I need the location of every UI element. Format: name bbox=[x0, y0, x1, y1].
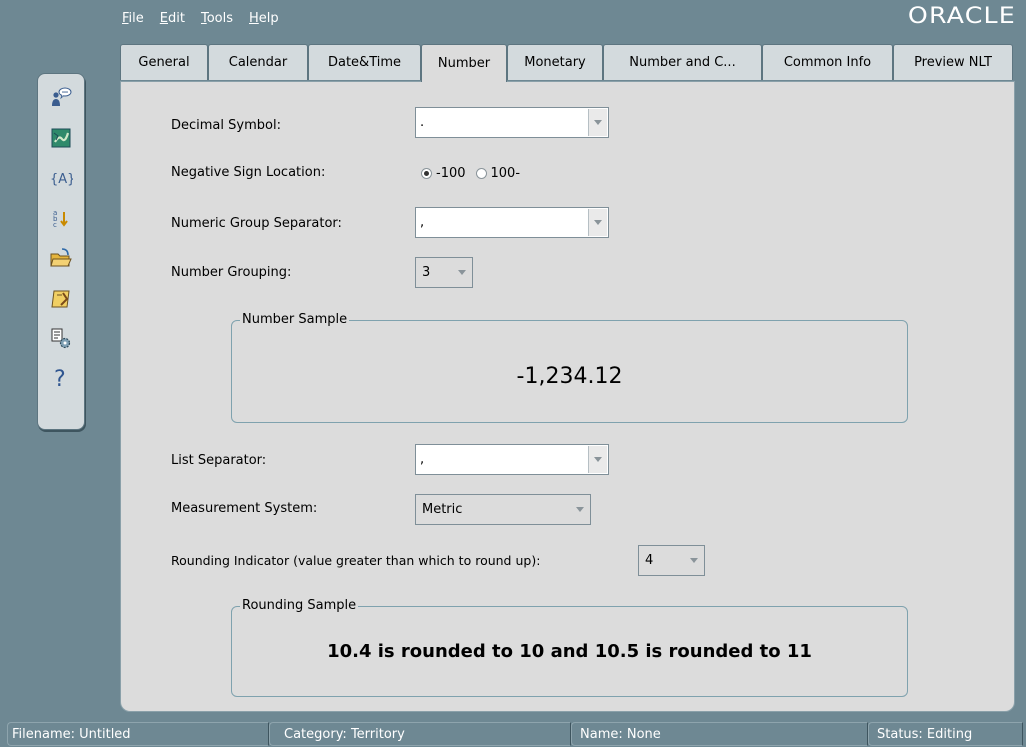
decimal-symbol-label: Decimal Symbol: bbox=[171, 118, 281, 133]
tab-general[interactable]: General bbox=[120, 44, 208, 80]
decimal-symbol-combo[interactable]: . bbox=[415, 107, 609, 138]
chevron-down-icon[interactable] bbox=[588, 209, 607, 236]
status-bar: Filename: Untitled Category: Territory N… bbox=[7, 722, 1023, 746]
left-toolbar: {A} abc ? bbox=[37, 73, 85, 430]
status-category: Category: Territory bbox=[269, 722, 571, 746]
open-folder-icon[interactable] bbox=[47, 242, 75, 273]
group-separator-label: Numeric Group Separator: bbox=[171, 216, 342, 231]
svg-text:{A}: {A} bbox=[50, 172, 73, 187]
chevron-down-icon[interactable] bbox=[588, 446, 607, 473]
sort-icon[interactable]: abc bbox=[47, 202, 75, 233]
rounding-indicator-combo[interactable]: 4 bbox=[638, 545, 705, 576]
menu-bar: File Edit Tools Help bbox=[120, 5, 281, 31]
chevron-down-icon[interactable] bbox=[588, 109, 607, 136]
negative-sign-options: -100 100- bbox=[421, 166, 520, 181]
number-grouping-value: 3 bbox=[422, 265, 431, 280]
list-separator-label: List Separator: bbox=[171, 453, 267, 468]
oracle-logo: ORACLE bbox=[908, 4, 1016, 29]
rounding-sample-title: Rounding Sample bbox=[240, 598, 359, 613]
menu-file[interactable]: File bbox=[120, 9, 146, 28]
status-filename: Filename: Untitled bbox=[7, 722, 269, 746]
chevron-down-icon[interactable] bbox=[453, 259, 471, 286]
status-state: Status: Editing bbox=[868, 722, 1023, 746]
menu-help[interactable]: Help bbox=[247, 9, 281, 28]
tab-strip: General Calendar Date&Time Number Moneta… bbox=[120, 44, 1013, 82]
measurement-system-label: Measurement System: bbox=[171, 501, 318, 516]
rounding-sample-value: 10.4 is rounded to 10 and 10.5 is rounde… bbox=[327, 641, 812, 662]
tab-date-time[interactable]: Date&Time bbox=[308, 44, 421, 80]
negative-sign-label: Negative Sign Location: bbox=[171, 165, 326, 180]
number-sample-group: Number Sample -1,234.12 bbox=[231, 312, 908, 423]
tab-number-and-calendar[interactable]: Number and C... bbox=[603, 44, 762, 80]
measurement-system-combo[interactable]: Metric bbox=[415, 494, 591, 525]
status-name: Name: None bbox=[571, 722, 868, 746]
settings-icon[interactable] bbox=[47, 322, 75, 353]
users-search-icon[interactable] bbox=[47, 82, 75, 113]
number-settings-panel: Decimal Symbol: . Negative Sign Location… bbox=[120, 81, 1015, 712]
menu-tools[interactable]: Tools bbox=[199, 9, 235, 28]
group-separator-combo[interactable]: , bbox=[415, 207, 609, 238]
number-sample-title: Number Sample bbox=[240, 312, 350, 327]
svg-text:c: c bbox=[53, 221, 57, 229]
chevron-down-icon[interactable] bbox=[685, 547, 703, 574]
tab-common-info[interactable]: Common Info bbox=[762, 44, 893, 80]
radio-100-minus-label: 100- bbox=[490, 166, 521, 181]
tab-preview-nlt[interactable]: Preview NLT bbox=[893, 44, 1013, 80]
variable-icon[interactable]: {A} bbox=[47, 162, 75, 193]
radio-minus-100-label: -100 bbox=[436, 166, 466, 181]
measurement-system-value: Metric bbox=[422, 502, 463, 517]
list-separator-combo[interactable]: , bbox=[415, 444, 609, 475]
menu-edit[interactable]: Edit bbox=[158, 9, 187, 28]
radio-minus-100[interactable] bbox=[421, 168, 432, 179]
chevron-down-icon[interactable] bbox=[571, 496, 589, 523]
rounding-indicator-label: Rounding Indicator (value greater than w… bbox=[171, 553, 541, 568]
rounding-indicator-value: 4 bbox=[645, 553, 654, 568]
radio-100-minus[interactable] bbox=[475, 168, 487, 179]
number-sample-value: -1,234.12 bbox=[516, 364, 623, 389]
tab-monetary[interactable]: Monetary bbox=[507, 44, 603, 80]
list-separator-value: , bbox=[420, 452, 425, 467]
tab-number[interactable]: Number bbox=[421, 44, 507, 82]
svg-text:?: ? bbox=[54, 367, 66, 391]
number-grouping-label: Number Grouping: bbox=[171, 265, 292, 280]
help-icon[interactable]: ? bbox=[47, 362, 75, 393]
rounding-sample-group: Rounding Sample 10.4 is rounded to 10 an… bbox=[231, 598, 908, 697]
save-icon[interactable] bbox=[47, 282, 75, 313]
decimal-symbol-value: . bbox=[420, 115, 425, 130]
group-separator-value: , bbox=[420, 215, 425, 230]
map-icon[interactable] bbox=[47, 122, 75, 153]
number-grouping-combo[interactable]: 3 bbox=[415, 257, 473, 288]
tab-calendar[interactable]: Calendar bbox=[208, 44, 308, 80]
